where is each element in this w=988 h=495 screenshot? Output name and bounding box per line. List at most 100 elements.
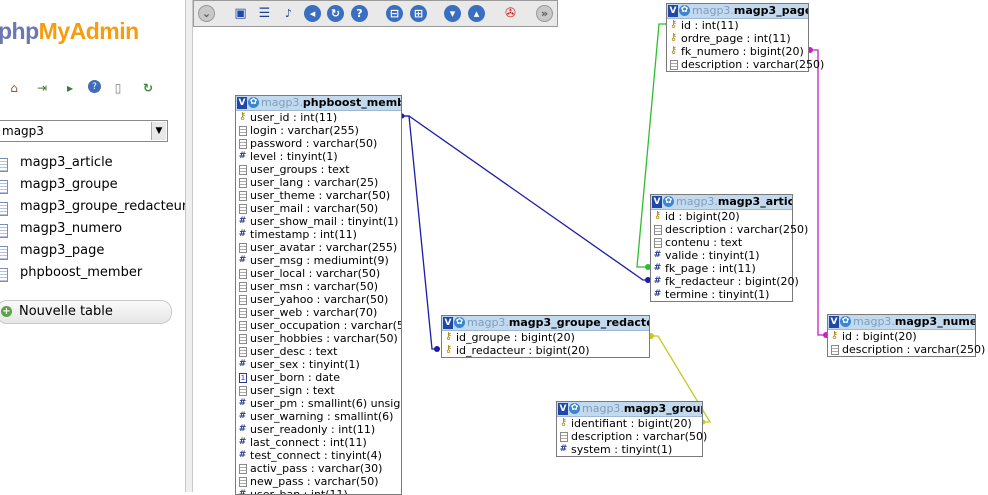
field-row[interactable]: user_desc : text [236,345,401,358]
field-row[interactable]: user_local : varchar(50) [236,267,401,280]
field-row[interactable]: #user_pm : smallint(6) unsigned [236,397,401,410]
field-row[interactable]: description : varchar(250) [667,58,824,71]
field-row[interactable]: user_groups : text [236,163,401,176]
field-row[interactable]: user_web : varchar(70) [236,306,401,319]
field-row[interactable]: user_yahoo : varchar(50) [236,293,401,306]
field-row[interactable]: user_occupation : varchar(50) [236,319,401,332]
table-box-magp3-numero[interactable]: V✿magp3.magp3_numero ⚷id : bigint(20)des… [827,314,985,357]
toggle-fields-icon[interactable]: V [652,196,662,208]
gear-icon[interactable]: ✿ [840,316,851,327]
field-row[interactable]: user_mail : varchar(50) [236,202,401,215]
toggle-fields-icon[interactable]: V [829,316,839,328]
field-row[interactable]: ⚷ ordre_page : int(11) [667,32,808,45]
table-header[interactable]: V✿magp3.phpboost_member [236,96,401,111]
field-label: last_connect : int(11) [250,436,367,449]
field-row[interactable]: description : varchar(250) [828,343,985,356]
text-type-icon [239,347,247,357]
table-header[interactable]: V✿magp3.magp3_article [651,195,792,210]
field-row[interactable]: user_theme : varchar(50) [236,189,401,202]
field-label: user_theme : varchar(50) [250,189,391,202]
gear-icon[interactable]: ✿ [569,403,580,414]
field-row[interactable]: description : varchar(50) [557,430,707,443]
field-row[interactable]: # user_show_mail : tinyint(1) [236,215,401,228]
toggle-fields-icon[interactable]: V [668,5,678,17]
table-header[interactable]: V✿magp3.magp3_groupe [557,402,702,417]
field-row[interactable]: user_avatar : varchar(255) [236,241,401,254]
table-box-phpboost-member[interactable]: V✿magp3.phpboost_member ⚷user_id : int(1… [235,95,402,495]
table-box-magp3-groupe-redacteur[interactable]: V✿magp3.magp3_groupe_redacteur ⚷id_group… [441,315,650,358]
relation-lines [399,21,829,425]
field-row[interactable]: # user_warning : smallint(6) [236,410,401,423]
field-row[interactable]: # system : tinyint(1) [557,443,702,456]
field-label: level : tinyint(1) [250,150,338,163]
field-row[interactable]: # test_connect : tinyint(4) [236,449,401,462]
field-label: valide : tinyint(1) [665,249,760,262]
field-label: fk_redacteur : bigint(20) [665,275,799,288]
gear-icon[interactable]: ✿ [454,317,465,328]
field-label: user_msn : varchar(50) [250,280,379,293]
field-row[interactable]: ⚷ user_id : int(11) [236,111,401,124]
field-row[interactable]: new_pass : varchar(50) [236,475,401,488]
field-label: user_groups : text [250,163,350,176]
numeric-type-icon: # [238,359,247,369]
key-icon: ⚷ [669,32,678,43]
numeric-type-icon: # [238,489,247,495]
field-row[interactable]: # valide : tinyint(1) [651,249,792,262]
field-row[interactable]: # termine : tinyint(1) [651,288,792,301]
table-box-magp3-groupe[interactable]: V✿magp3.magp3_groupe ⚷identifiant : bigi… [556,401,708,457]
field-list: ⚷ identifiant : bigint(20) description : v… [557,417,708,456]
text-type-icon [239,464,247,474]
field-row[interactable]: user_hobbies : varchar(50) [236,332,401,345]
toggle-fields-icon[interactable]: V [558,403,568,415]
field-label: user_avatar : varchar(255) [250,241,398,254]
field-label: id_redacteur : bigint(20) [456,344,590,357]
field-label: user_sign : text [250,384,335,397]
field-row[interactable]: contenu : text [651,236,792,249]
field-row[interactable]: description : varchar(250) [651,223,808,236]
field-row[interactable]: ⚷ id : bigint(20) [651,210,792,223]
field-row[interactable]: user_msn : varchar(50) [236,280,401,293]
field-label: user_born : date [250,371,341,384]
field-row[interactable]: ⚷ identifiant : bigint(20) [557,417,702,430]
text-type-icon [239,334,247,344]
field-row[interactable]: # fk_redacteur : bigint(20) [651,275,799,288]
field-row[interactable]: # fk_page : int(11) [651,262,792,275]
field-row[interactable]: ⚷ id : bigint(20) [828,330,975,343]
gear-icon[interactable]: ✿ [248,97,259,108]
field-label: ordre_page : int(11) [681,32,791,45]
field-row[interactable]: ⚷ fk_numero : bigint(20) [667,45,808,58]
field-row[interactable]: # user_msg : mediumint(9) [236,254,401,267]
field-row[interactable]: password : varchar(50) [236,137,401,150]
table-header[interactable]: V ✿ magp3.magp3_page [667,4,808,19]
field-row[interactable]: ⚷ id : int(11) [667,19,808,32]
field-row[interactable]: # user_sex : tinyint(1) [236,358,401,371]
field-row[interactable]: user_lang : varchar(25) [236,176,401,189]
field-row[interactable]: ⚷ id_groupe : bigint(20) [442,331,649,344]
field-row[interactable]: # timestamp : int(11) [236,228,401,241]
key-icon: ⚷ [444,331,453,342]
gear-icon[interactable]: ✿ [679,5,690,16]
numeric-type-icon: # [238,255,247,265]
field-row[interactable]: login : varchar(255) [236,124,401,137]
relation-line-numero-page [809,49,827,336]
field-label: termine : tinyint(1) [665,288,770,301]
field-row[interactable]: # user_readonly : int(11) [236,423,401,436]
field-row[interactable]: activ_pass : varchar(30) [236,462,401,475]
field-label: contenu : text [665,236,743,249]
text-type-icon [239,282,247,292]
field-row[interactable]: user_sign : text [236,384,401,397]
field-label: user_desc : text [250,345,338,358]
field-row[interactable]: ⚷ id_redacteur : bigint(20) [442,344,649,357]
gear-icon[interactable]: ✿ [663,196,674,207]
field-row[interactable]: 1 user_born : date [236,371,401,384]
table-box-magp3-page[interactable]: V ✿ magp3.magp3_page ⚷ id : int(11) ⚷ ordre_p… [666,3,824,72]
table-box-magp3-article[interactable]: V✿magp3.magp3_article ⚷id : bigint(20)de… [650,194,808,302]
field-label: user_readonly : int(11) [250,423,376,436]
table-header[interactable]: V✿magp3.magp3_numero [828,315,975,330]
toggle-fields-icon[interactable]: V [237,97,247,109]
field-row[interactable]: # last_connect : int(11) [236,436,401,449]
text-type-icon [654,238,662,248]
field-row[interactable]: # level : tinyint(1) [236,150,401,163]
toggle-fields-icon[interactable]: V [443,317,453,329]
table-header[interactable]: V✿magp3.magp3_groupe_redacteur [442,316,649,331]
